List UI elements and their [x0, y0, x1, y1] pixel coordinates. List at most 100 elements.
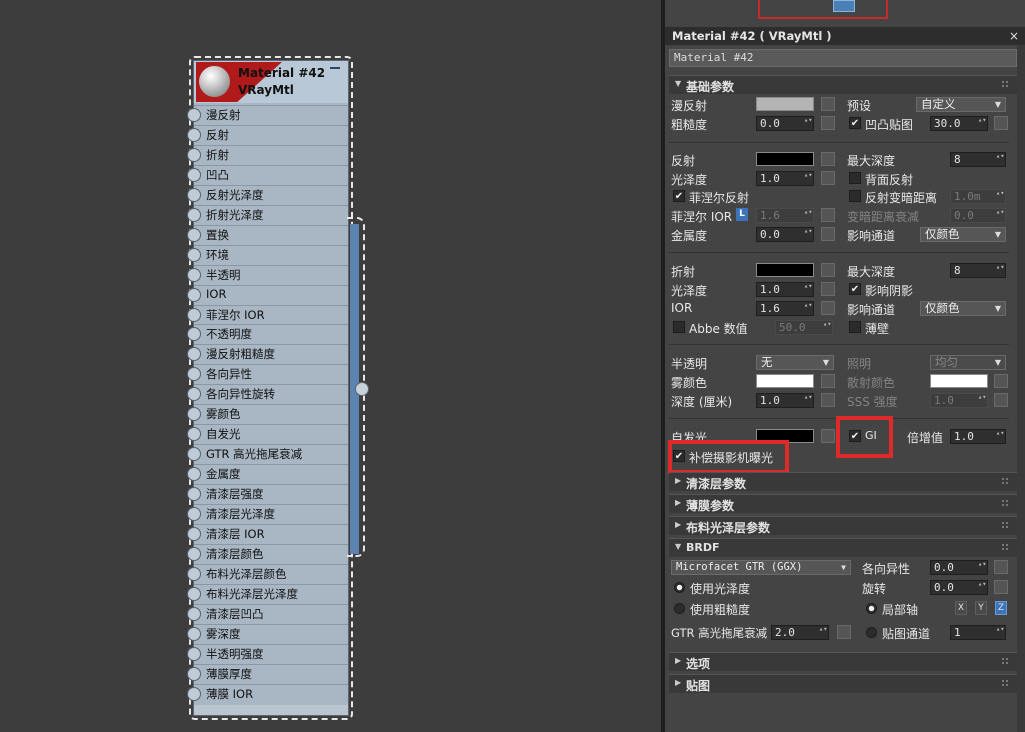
metalness-spinner[interactable]: 0.0: [756, 227, 814, 242]
diffuse-map-button[interactable]: [821, 97, 835, 111]
abbe-checkbox[interactable]: [673, 321, 685, 333]
reflect-gloss-map-button[interactable]: [821, 171, 835, 185]
rollout-film[interactable]: ▶ 薄膜参数: [669, 494, 1017, 513]
map-channel-radio[interactable]: [866, 627, 877, 638]
node-slot[interactable]: 凹凸: [187, 164, 348, 184]
node-slot[interactable]: 金属度: [187, 464, 348, 483]
refract-maxdepth-spinner[interactable]: 8: [950, 263, 1006, 278]
node-slot[interactable]: 清漆层强度: [187, 484, 348, 503]
node-slot[interactable]: 清漆层凹凸: [187, 603, 348, 623]
input-socket[interactable]: [187, 686, 201, 701]
node-slot[interactable]: 清漆层光泽度: [187, 504, 348, 523]
node-slot[interactable]: 反射: [187, 124, 348, 144]
node-slot[interactable]: 半透明: [187, 264, 348, 284]
input-socket[interactable]: [187, 287, 201, 302]
input-socket[interactable]: [187, 347, 201, 362]
input-socket[interactable]: [187, 487, 201, 502]
input-socket[interactable]: [187, 507, 201, 521]
rotation-spinner[interactable]: 0.0: [930, 580, 988, 595]
node-slot[interactable]: 菲涅尔 IOR: [187, 304, 348, 324]
translucency-dropdown[interactable]: 无: [756, 355, 834, 370]
node-slot[interactable]: 置换: [187, 224, 348, 244]
refract-affect-dropdown[interactable]: 仅颜色: [920, 301, 1006, 316]
node-slot[interactable]: 雾深度: [187, 623, 348, 643]
illumination-dropdown[interactable]: 均匀: [930, 355, 1006, 370]
fresnel-ior-lock-button[interactable]: L: [736, 208, 748, 221]
axis-y-button[interactable]: Y: [975, 601, 987, 615]
input-socket[interactable]: [187, 387, 201, 402]
backside-checkbox[interactable]: [849, 172, 861, 184]
node-slot[interactable]: 薄膜 IOR: [187, 683, 348, 703]
input-socket[interactable]: [187, 467, 201, 482]
input-socket[interactable]: [187, 646, 201, 661]
local-axis-radio[interactable]: [866, 603, 877, 614]
gtr-tail-map-button[interactable]: [837, 625, 851, 639]
node-slot[interactable]: 半透明强度: [187, 643, 348, 663]
refract-color-swatch[interactable]: [756, 263, 814, 277]
node-slot[interactable]: 环境: [187, 244, 348, 264]
collapse-icon[interactable]: [330, 67, 340, 69]
refract-map-button[interactable]: [821, 263, 835, 277]
roughness-map-button[interactable]: [821, 116, 835, 130]
reflect-color-swatch[interactable]: [756, 152, 814, 166]
input-socket[interactable]: [187, 267, 201, 282]
axis-z-button[interactable]: Z: [995, 601, 1007, 615]
node-slot[interactable]: 布料光泽层光泽度: [187, 583, 348, 603]
node-slot[interactable]: 不透明度: [187, 324, 348, 343]
scatter-color-swatch[interactable]: [930, 374, 988, 388]
refract-gloss-spinner[interactable]: 1.0: [756, 282, 814, 297]
node-slot[interactable]: 薄膜厚度: [187, 663, 348, 683]
node-slot[interactable]: IOR: [187, 284, 348, 304]
input-socket[interactable]: [187, 447, 201, 462]
ior-map-button[interactable]: [821, 301, 835, 315]
reflect-map-button[interactable]: [821, 152, 835, 166]
node-slot[interactable]: 清漆层 IOR: [187, 523, 348, 543]
input-socket[interactable]: [187, 367, 201, 382]
fresnel-checkbox[interactable]: ✔: [673, 190, 685, 202]
roughness-spinner[interactable]: 0.0: [756, 116, 814, 131]
input-socket[interactable]: [187, 666, 201, 681]
rollout-coat[interactable]: ▶ 清漆层参数: [669, 472, 1017, 491]
node-slot[interactable]: 清漆层颜色: [187, 543, 348, 563]
input-socket[interactable]: [187, 227, 201, 242]
gtr-tail-spinner[interactable]: 2.0: [771, 625, 829, 640]
input-socket[interactable]: [187, 167, 201, 182]
input-socket[interactable]: [187, 427, 201, 442]
abbe-spinner[interactable]: 50.0: [775, 320, 833, 335]
node-slot[interactable]: 各向异性: [187, 364, 348, 383]
node-slot[interactable]: 反射光泽度: [187, 184, 348, 204]
axis-x-button[interactable]: X: [955, 601, 967, 615]
rollout-options[interactable]: ▶ 选项: [669, 652, 1017, 671]
material-name-field[interactable]: Material #42: [669, 49, 1017, 67]
input-socket[interactable]: [187, 187, 201, 202]
close-icon[interactable]: ×: [1009, 29, 1019, 43]
reflect-maxdepth-spinner[interactable]: 8: [950, 152, 1006, 167]
node-slot[interactable]: 自发光: [187, 424, 348, 443]
node-slot[interactable]: GTR 高光拖尾衰减: [187, 444, 348, 463]
node-slot[interactable]: 布料光泽层颜色: [187, 563, 348, 583]
node-slot[interactable]: 漫反射粗糙度: [187, 344, 348, 363]
dimdist-spinner[interactable]: 1.0m: [950, 189, 1006, 204]
input-socket[interactable]: [187, 307, 201, 322]
input-socket[interactable]: [187, 606, 201, 621]
fresnel-ior-map-button[interactable]: [821, 208, 835, 222]
diffuse-color-swatch[interactable]: [756, 97, 814, 111]
input-socket[interactable]: [187, 566, 201, 581]
reflect-affect-dropdown[interactable]: 仅颜色: [920, 227, 1006, 242]
sss-map-button[interactable]: [994, 393, 1008, 407]
node-slot[interactable]: 漫反射: [187, 105, 348, 124]
use-glossiness-radio[interactable]: [674, 582, 685, 593]
fog-color-swatch[interactable]: [756, 374, 814, 388]
input-socket[interactable]: [187, 127, 201, 142]
refract-gloss-map-button[interactable]: [821, 282, 835, 296]
fog-depth-spinner[interactable]: 1.0: [756, 393, 814, 408]
node-slot[interactable]: 各向异性旋转: [187, 384, 348, 403]
node-slot[interactable]: 折射光泽度: [187, 204, 348, 224]
rollout-maps[interactable]: ▶ 贴图: [669, 674, 1017, 693]
use-roughness-radio[interactable]: [674, 603, 685, 614]
rollout-sheen[interactable]: ▶ 布料光泽层参数: [669, 516, 1017, 535]
bump-checkbox[interactable]: ✔: [849, 117, 861, 129]
reflect-gloss-spinner[interactable]: 1.0: [756, 171, 814, 186]
rollout-basic[interactable]: ▼ 基础参数: [669, 75, 1017, 94]
fog-depth-map-button[interactable]: [821, 393, 835, 407]
